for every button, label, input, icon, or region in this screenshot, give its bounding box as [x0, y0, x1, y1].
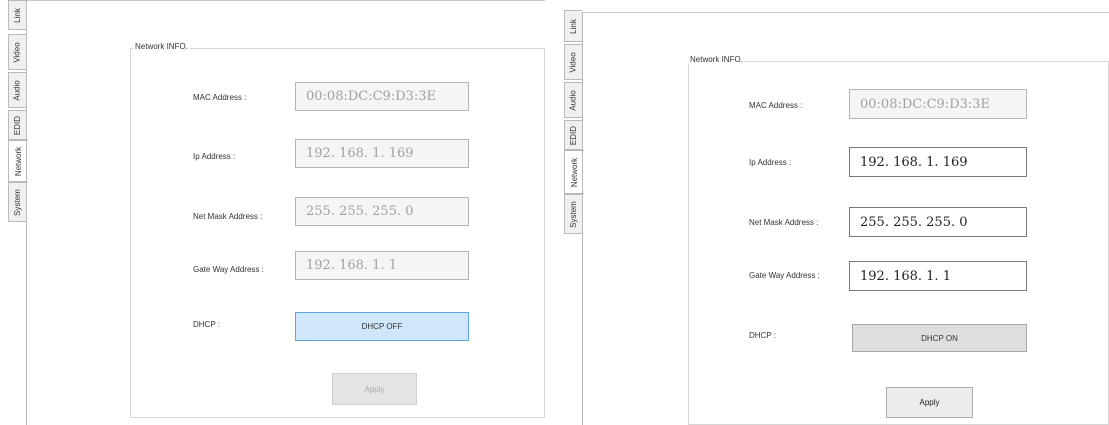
- tab-label: Link: [13, 7, 22, 23]
- gateway-label: Gate Way Address :: [749, 271, 820, 280]
- tab-label: EDID: [13, 115, 22, 135]
- net-mask-label: Net Mask Address :: [749, 218, 819, 227]
- tab-edid[interactable]: EDID: [8, 110, 26, 140]
- tab-audio[interactable]: Audio: [8, 72, 26, 108]
- tab-video[interactable]: Video: [564, 44, 582, 80]
- tab-edid[interactable]: EDID: [564, 120, 582, 150]
- dhcp-toggle-button[interactable]: DHCP OFF: [295, 312, 469, 341]
- tab-label: Video: [13, 41, 23, 63]
- mac-label: MAC Address :: [749, 101, 803, 110]
- apply-button[interactable]: Apply: [332, 373, 417, 405]
- tab-divider: [26, 0, 27, 425]
- tab-label: Link: [569, 18, 578, 34]
- tab-system[interactable]: System: [8, 182, 26, 222]
- dhcp-label: DHCP :: [193, 320, 220, 329]
- top-border: [582, 12, 1109, 13]
- left-settings-window: Link Video Audio EDID Network System Net…: [0, 0, 545, 425]
- tab-system[interactable]: System: [564, 194, 582, 234]
- gateway-field[interactable]: 192. 168. 1. 1: [849, 261, 1027, 291]
- gateway-label: Gate Way Address :: [193, 265, 264, 274]
- right-settings-window: Link Video Audio EDID Network System Net…: [556, 0, 1109, 425]
- mac-field[interactable]: 00:08:DC:C9:D3:3E: [849, 89, 1027, 119]
- group-title: Network INFO.: [133, 42, 190, 51]
- apply-button[interactable]: Apply: [886, 387, 973, 418]
- tab-label: EDID: [569, 125, 578, 145]
- mac-field[interactable]: 00:08:DC:C9:D3:3E: [295, 82, 469, 111]
- net-mask-label: Net Mask Address :: [193, 212, 263, 221]
- top-border: [26, 0, 545, 1]
- tab-label: Audio: [569, 89, 578, 111]
- tab-label: Network: [14, 146, 23, 176]
- tab-label: System: [13, 188, 23, 216]
- tab-network[interactable]: Network: [564, 150, 584, 194]
- tab-label: System: [569, 200, 579, 228]
- tab-label: Network: [570, 157, 579, 187]
- tab-link[interactable]: Link: [564, 10, 582, 42]
- tab-label: Audio: [13, 79, 22, 101]
- tab-link[interactable]: Link: [8, 0, 26, 30]
- ip-field[interactable]: 192. 168. 1. 169: [295, 139, 469, 168]
- tab-audio[interactable]: Audio: [564, 82, 582, 118]
- group-title: Network INFO.: [688, 55, 745, 64]
- mac-label: MAC Address :: [193, 93, 247, 102]
- dhcp-label: DHCP :: [749, 331, 776, 340]
- ip-field[interactable]: 192. 168. 1. 169: [849, 147, 1027, 177]
- tab-network[interactable]: Network: [8, 140, 28, 182]
- net-mask-field[interactable]: 255. 255. 255. 0: [849, 207, 1027, 237]
- ip-label: Ip Address :: [749, 158, 792, 167]
- net-mask-field[interactable]: 255. 255. 255. 0: [295, 197, 469, 226]
- tab-video[interactable]: Video: [8, 34, 26, 70]
- dhcp-toggle-button[interactable]: DHCP ON: [852, 324, 1027, 352]
- gateway-field[interactable]: 192. 168. 1. 1: [295, 251, 469, 280]
- tab-label: Video: [569, 51, 579, 73]
- ip-label: Ip Address :: [193, 152, 236, 161]
- tab-divider: [582, 12, 583, 425]
